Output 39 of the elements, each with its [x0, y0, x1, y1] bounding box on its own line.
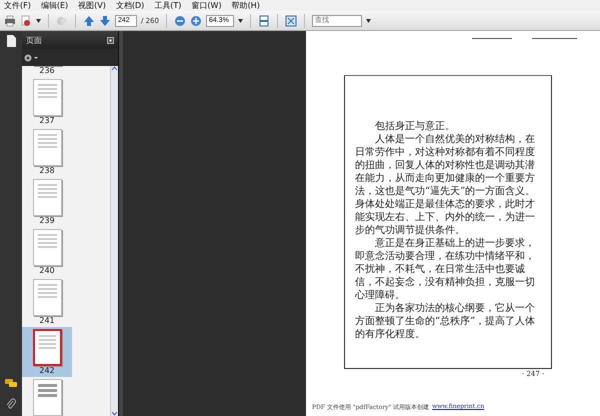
- body-paragraph: 意正是在身正基础上的进一步要求，即意念活动要合理，在练功中情绪平和，不扰神，不耗气，在日常生活中也要诚信，不起妄念，没有精神负担，克服一切心理障碍。: [355, 237, 536, 302]
- menu-item[interactable]: 工具(T): [154, 0, 182, 11]
- scroll-down-icon[interactable]: [112, 411, 117, 416]
- zoom-out-icon[interactable]: [174, 14, 186, 26]
- full-screen-icon[interactable]: [284, 14, 297, 26]
- page-thumbnail[interactable]: 237: [22, 77, 72, 127]
- paperclip-icon[interactable]: [6, 398, 16, 410]
- menu-item[interactable]: 帮助(H): [232, 0, 260, 11]
- panel-menu-icon[interactable]: [107, 36, 114, 44]
- menu-item[interactable]: 视图(V): [78, 0, 106, 11]
- pages-icon[interactable]: [6, 35, 16, 47]
- menu-item[interactable]: 编辑(E): [40, 0, 68, 11]
- options-icon[interactable]: [24, 54, 38, 62]
- create-pdf-icon[interactable]: [20, 14, 32, 26]
- menu-item[interactable]: 文件(F): [4, 0, 31, 11]
- page-thumbnail[interactable]: 242: [22, 327, 72, 377]
- body-paragraph: 包括身正与意正。: [374, 120, 456, 133]
- zoom-in-icon[interactable]: [190, 14, 202, 26]
- fit-page-icon[interactable]: [258, 14, 270, 26]
- print-icon[interactable]: [4, 14, 16, 26]
- caret-icon[interactable]: [366, 18, 371, 22]
- body-paragraph: 正为各家功法的核心纲要，它从一个方面整顿了生命的“总秩序”，提高了人体的有序化程度。: [355, 302, 536, 341]
- comments-icon[interactable]: [5, 379, 17, 388]
- menu-item[interactable]: 窗口(W): [191, 0, 222, 11]
- thumbnail-image[interactable]: [32, 379, 62, 416]
- scrollbar[interactable]: [110, 66, 118, 416]
- scroll-up-icon[interactable]: [112, 66, 117, 71]
- page-thumbnail[interactable]: 238: [22, 127, 72, 177]
- page-thumbnail[interactable]: 241: [22, 277, 72, 327]
- page-thumbnail[interactable]: 240: [22, 227, 72, 277]
- down-arrow-icon[interactable]: [99, 14, 111, 26]
- body-paragraph: 人体是一个自然优美的对称结构，在日常劳作中，对这种对称都有着不同程度的扭曲，回复人体的对称性也是调动其潜在能力，从而走向更加健康的一个重要方法，这也是气功“逼先天”的一方面含义。身体处处端正是最佳体态的要求，此时才能实现左右、上下、内外的统一，为进一步的气功调节提供条件。: [355, 133, 536, 237]
- menu-item[interactable]: 文档(D): [116, 0, 144, 11]
- page-thumbnail[interactable]: 236: [22, 66, 72, 77]
- up-arrow-icon[interactable]: [83, 14, 95, 26]
- page-thumbnail[interactable]: 239: [22, 177, 72, 227]
- panel-title: 页面: [25, 34, 42, 46]
- caret-icon[interactable]: [238, 18, 243, 22]
- caret-icon[interactable]: [36, 18, 41, 22]
